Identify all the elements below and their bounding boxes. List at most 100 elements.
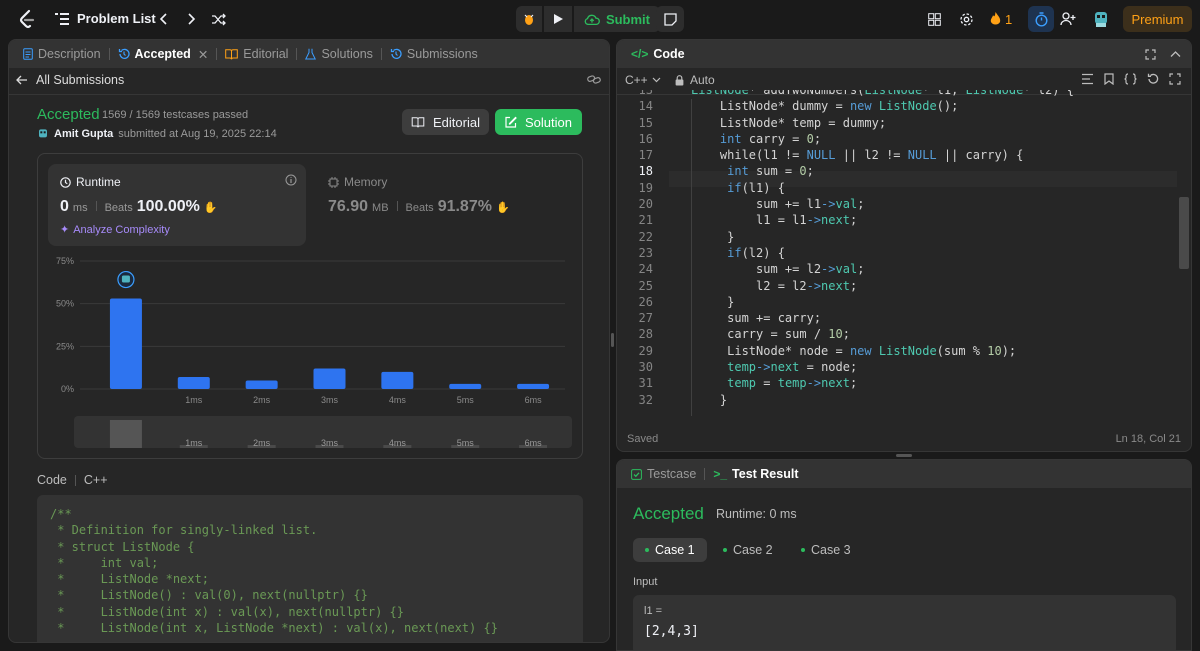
tab-solutions[interactable]: Solutions [299,40,378,68]
tab-editorial[interactable]: Editorial [219,40,294,68]
line-number: 22 [638,229,653,244]
case-3-tab[interactable]: Case 3 [789,538,863,562]
chart-bar [517,383,550,389]
editorial-button-label: Editorial [433,114,480,130]
tab-divider [380,48,382,60]
list-icon[interactable] [55,11,69,27]
chart-bar [449,383,482,389]
chevron-up-icon[interactable] [1170,49,1181,60]
overview-tick-label: 5ms [457,438,475,448]
run-button[interactable] [544,6,572,32]
editor-scrollbar[interactable] [1179,197,1189,269]
test-runtime: Runtime: 0 ms [716,507,797,521]
streak-counter[interactable]: 1 [990,10,1012,28]
editor-code-lines: ListNode* addTwoNumbers(ListNode* l1, Li… [691,90,1074,408]
share-link-icon[interactable] [587,74,601,85]
vertical-splitter-handle[interactable] [611,333,614,347]
layout-icon[interactable] [926,11,942,27]
line-number: 31 [638,376,653,391]
tab-divider [704,468,706,480]
streak-count: 1 [1005,11,1013,27]
editor-code-line: ListNode* temp = dummy; [691,115,887,130]
line-number: 27 [638,311,653,326]
submitted-code-block[interactable]: /** * Definition for singly-linked list.… [37,495,583,642]
code-header: Code C++ [37,473,108,487]
tab-code-label: Code [653,47,685,61]
top-bar: Problem List Submit 1 Premium [0,0,1200,38]
premium-button[interactable]: Premium [1123,6,1192,32]
editor-code-line: ListNode* node = new ListNode(sum % 10); [691,343,1017,358]
code-line: * ListNode(int x, ListNode *next) : val(… [50,621,498,636]
submit-button[interactable]: Submit [574,6,660,32]
line-number: 14 [638,99,653,114]
tab-test-result[interactable]: >_ Test Result [707,460,804,488]
case-2-tab[interactable]: Case 2 [711,538,785,562]
x-tick-label: 4ms [389,395,407,405]
arrow-left-icon [16,75,27,85]
expand-icon[interactable] [1169,73,1181,85]
solution-button[interactable]: Solution [495,109,582,135]
maximize-icon[interactable] [1145,48,1156,60]
code-editor-panel: </> Code C++ Auto 13 14 15 16 17 18 19 20 21 22 23 2… [616,39,1192,452]
avatar[interactable] [1092,10,1110,28]
code-line: * struct ListNode { [50,539,195,554]
settings-gear-icon[interactable] [958,11,974,27]
shuffle-icon[interactable] [210,11,226,27]
bookmark-icon[interactable] [1104,73,1114,85]
leetcode-logo-icon[interactable] [17,9,37,29]
editor-code-line: int carry = 0; [719,131,822,146]
avatar [39,129,47,138]
add-friend-icon[interactable] [1059,11,1077,27]
format-lines-icon[interactable] [1081,73,1094,85]
auto-mode-toggle[interactable]: Auto [675,73,715,87]
notes-button[interactable] [656,6,684,32]
debug-button[interactable] [516,6,542,32]
close-tab-icon[interactable]: ✕ [198,47,208,62]
back-to-submissions[interactable]: All Submissions [16,73,124,87]
x-tick-label: 3ms [321,395,339,405]
tab-description-label: Description [38,47,101,61]
tab-test-result-label: Test Result [732,467,799,481]
editor-tab-bar: </> Code [617,40,1191,68]
reset-icon[interactable] [1147,73,1159,85]
problem-list-link[interactable]: Problem List [77,11,156,26]
tab-testcase[interactable]: Testcase [625,460,702,488]
submission-meta: Amit Gupta submitted at Aug 19, 2025 22:… [37,128,277,140]
runtime-distribution-chart: 75% 50% 25% 0% 1ms 2ms 3ms 4ms 5ms 6ms 1ms 2ms 3ms 4m… [56,256,572,448]
case-1-tab[interactable]: Case 1 [633,538,707,562]
tab-solutions-label: Solutions [321,47,373,61]
prev-problem-icon[interactable] [156,11,170,27]
language-selector[interactable]: C++ [625,73,661,87]
tab-description[interactable]: Description [17,40,107,68]
editor-code-line: temp->next = node; [727,360,858,375]
braces-icon[interactable] [1124,73,1137,85]
horizontal-splitter-handle[interactable] [896,454,912,457]
editor-code-line: l2 = l2->next; [691,278,858,293]
timer-button[interactable] [1028,6,1054,32]
tab-code[interactable]: </> Code [625,40,691,68]
line-number: 13 [638,90,653,97]
line-number: 23 [638,245,653,260]
editor-code-line: sum += carry; [691,311,822,326]
line-number: 26 [638,294,653,309]
x-tick-label: 1ms [185,395,203,405]
x-tick-label: 2ms [253,395,271,405]
input-box[interactable]: l1 = [2,4,3] [633,595,1176,650]
tab-submissions[interactable]: Submissions [384,40,484,68]
cloud-upload-icon [584,14,600,25]
code-line: * Definition for singly-linked list. [50,523,318,538]
left-tab-bar: Description Accepted ✕ Editorial Solution… [9,40,609,68]
case-3-label: Case 3 [811,543,851,557]
next-problem-icon[interactable] [185,11,199,27]
book-icon [411,116,425,127]
line-number: 16 [638,131,653,146]
line-number: 20 [638,197,653,212]
code-editor[interactable]: 13 14 15 16 17 18 19 20 21 22 23 24 25 26 27 28 29 30 31 32… [617,90,1177,416]
user-name[interactable]: Amit Gupta [54,128,113,140]
submitted-time: submitted at Aug 19, 2025 22:14 [118,128,277,140]
tab-accepted[interactable]: Accepted ✕ [112,40,215,68]
editor-code-line: ListNode* dummy = new ListNode(); [691,99,959,114]
left-panel: Description Accepted ✕ Editorial Solution… [8,39,610,643]
editor-code-line: carry = sum / 10; [691,327,850,342]
editorial-button[interactable]: Editorial [402,109,489,135]
